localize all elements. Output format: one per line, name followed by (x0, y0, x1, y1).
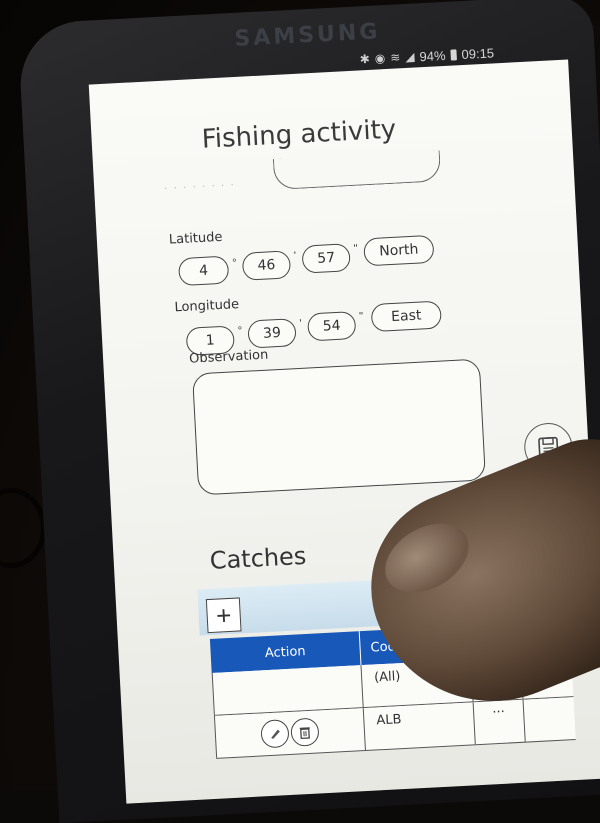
latitude-seconds-input[interactable]: 57 (301, 243, 350, 273)
latitude-degrees-input[interactable]: 4 (178, 256, 229, 287)
more-button[interactable]: ··· (474, 700, 526, 745)
alarm-icon: ◉ (374, 51, 385, 66)
longitude-minutes-input[interactable]: 39 (247, 318, 296, 348)
code-cell: ALB (364, 702, 476, 750)
row-actions (214, 708, 366, 758)
observation-textarea[interactable] (192, 359, 486, 496)
minute-symbol: ' (294, 250, 297, 262)
clock: 09:15 (461, 45, 494, 62)
edit-button[interactable] (260, 719, 289, 748)
degree-symbol: ° (232, 257, 237, 269)
signal-icon: ◢ (405, 50, 415, 64)
latitude-label: Latitude (169, 230, 223, 248)
battery-icon (450, 49, 457, 60)
brand-logo: SAMSUNG (234, 19, 381, 52)
catches-title: Catches (209, 542, 307, 575)
latitude-minutes-input[interactable]: 46 (242, 250, 291, 280)
observation-label: Observation (189, 348, 269, 367)
second-symbol: " (359, 311, 364, 323)
minute-symbol: ' (299, 318, 302, 330)
delete-button[interactable] (290, 717, 319, 746)
degree-symbol: ° (238, 325, 243, 337)
latitude-hemisphere-select[interactable]: North (363, 235, 434, 267)
delete-icon (298, 725, 313, 740)
previous-input[interactable] (273, 150, 441, 190)
longitude-seconds-input[interactable]: 54 (307, 311, 356, 341)
longitude-label: Longitude (174, 297, 239, 315)
longitude-hemisphere-select[interactable]: East (371, 300, 442, 332)
previous-field: · · · · · · · · (164, 162, 445, 199)
phone: SAMSUNG ✱ ◉ ≋ ◢ 94% 09:15 Fishing activi… (17, 0, 600, 823)
edit-icon (268, 726, 283, 741)
page-title: Fishing activity (201, 115, 397, 155)
bluetooth-icon: ✱ (359, 52, 370, 67)
second-symbol: " (353, 243, 358, 255)
battery-level: 94% (419, 47, 446, 63)
wifi-icon: ≋ (390, 50, 401, 65)
add-catch-button[interactable]: + (206, 597, 242, 633)
